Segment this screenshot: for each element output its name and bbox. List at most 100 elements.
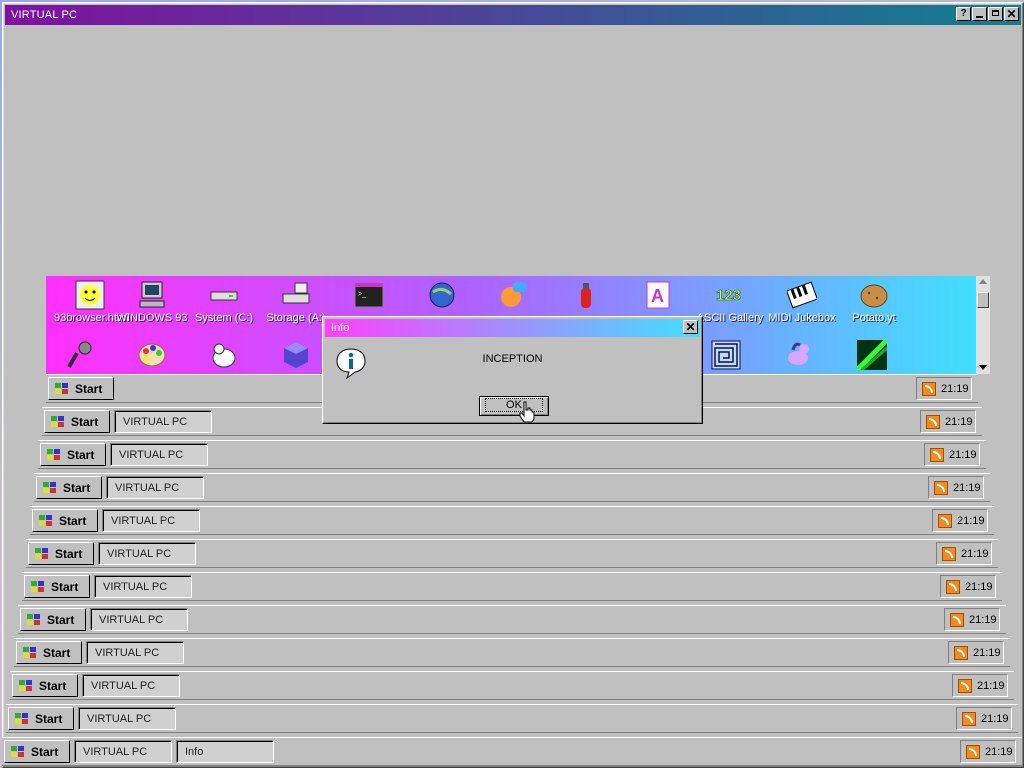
task-label: VIRTUAL PC [87, 713, 152, 725]
rss-feed-icon[interactable] [942, 547, 956, 561]
chat-smiley-icon [499, 280, 529, 310]
rss-feed-icon[interactable] [966, 745, 980, 759]
clock: 21:19 [957, 515, 985, 527]
rss-feed-icon[interactable] [938, 514, 952, 528]
task-label: VIRTUAL PC [119, 449, 184, 461]
scroll-up-arrow-icon[interactable] [979, 279, 987, 284]
desktop-icon[interactable] [478, 280, 550, 312]
desktop-icon[interactable] [550, 280, 622, 312]
system-tray: 21:19 [916, 377, 972, 400]
start-label: Start [51, 580, 79, 594]
close-button[interactable]: ✕ [1004, 7, 1019, 21]
ok-button[interactable]: OK [479, 396, 549, 416]
rss-feed-icon[interactable] [954, 646, 968, 660]
taskbar-task-virtual-pc[interactable]: VIRTUAL PC [78, 707, 176, 730]
start-button[interactable]: Start [20, 608, 86, 631]
desktop-icon[interactable] [836, 338, 908, 372]
minimize-button[interactable] [972, 7, 987, 21]
desktop-scrollbar[interactable] [976, 276, 990, 374]
taskbar-task-virtual-pc[interactable]: VIRTUAL PC [106, 476, 204, 499]
task-label: VIRTUAL PC [83, 746, 148, 758]
taskbar-task-virtual-pc[interactable]: VIRTUAL PC [114, 410, 212, 433]
start-button[interactable]: Start [16, 641, 82, 664]
fire-extinguisher-icon [571, 280, 601, 310]
start-button[interactable]: Start [4, 740, 70, 763]
window-titlebar[interactable]: VIRTUAL PC?✕ [5, 5, 1021, 25]
taskbar-task-virtual-pc[interactable]: VIRTUAL PC [82, 674, 180, 697]
dialog-close-button[interactable]: ✕ [683, 320, 698, 334]
system-tray: 21:19 [948, 641, 1004, 664]
desktop-icon[interactable] [188, 340, 260, 372]
rss-feed-icon[interactable] [930, 448, 944, 462]
system-tray: 21:19 [952, 674, 1008, 697]
start-label: Start [35, 712, 63, 726]
globe-cat-icon [427, 280, 457, 310]
terminal-icon: >_ [354, 280, 384, 310]
scroll-down-arrow-icon[interactable] [979, 365, 987, 370]
rss-feed-icon[interactable] [946, 580, 960, 594]
clock: 21:19 [949, 449, 977, 461]
maze-icon [711, 340, 741, 370]
scrollbar-thumb[interactable] [977, 292, 989, 308]
start-button[interactable]: Start [36, 476, 102, 499]
dialog-titlebar[interactable]: Info ✕ [325, 319, 700, 337]
microphone-icon [65, 340, 95, 370]
desktop-icon[interactable]: MIDI Jukebox [766, 280, 838, 324]
start-button[interactable]: Start [12, 674, 78, 697]
desktop-icon[interactable] [46, 340, 116, 372]
desktop-icon[interactable]: Potato.yt [838, 280, 910, 324]
taskbar-task-virtual-pc[interactable]: VIRTUAL PC [102, 509, 200, 532]
numbers-icon: 123 [715, 280, 745, 310]
taskbar-task-virtual-pc[interactable]: VIRTUAL PC [110, 443, 208, 466]
taskbar-task-info[interactable]: Info [176, 740, 274, 763]
taskbar-task-virtual-pc[interactable]: VIRTUAL PC [98, 542, 196, 565]
start-button[interactable]: Start [40, 443, 106, 466]
taskbar: Start VIRTUAL PC 21:19 [26, 539, 998, 568]
system-tray: 21:19 [956, 707, 1012, 730]
desktop-icon[interactable]: 123 ASCII Gallery [694, 280, 766, 324]
potato-icon [859, 280, 889, 310]
start-label: Start [71, 415, 99, 429]
clock: 21:19 [973, 647, 1001, 659]
system-tray: 21:19 [936, 542, 992, 565]
help-button[interactable]: ? [956, 7, 971, 21]
start-button[interactable]: Start [24, 575, 90, 598]
clock: 21:19 [961, 548, 989, 560]
desktop-icon[interactable]: >_ [333, 280, 405, 312]
rss-feed-icon[interactable] [934, 481, 948, 495]
taskbar-task-virtual-pc[interactable]: VIRTUAL PC [86, 641, 184, 664]
drive-icon [209, 280, 239, 310]
system-tray: 21:19 [944, 608, 1000, 631]
desktop-icon[interactable] [762, 340, 834, 372]
taskbar-task-virtual-pc[interactable]: VIRTUAL PC [94, 575, 192, 598]
start-button[interactable]: Start [28, 542, 94, 565]
start-label: Start [43, 646, 71, 660]
start-button[interactable]: Start [48, 377, 114, 400]
rss-feed-icon[interactable] [922, 382, 936, 396]
taskbar: Start VIRTUAL PC 21:19 [10, 671, 1014, 700]
taskbar-task-virtual-pc[interactable]: VIRTUAL PC [74, 740, 172, 763]
rss-feed-icon[interactable] [926, 415, 940, 429]
taskbar: Start VIRTUAL PC Info 21:19 [2, 737, 1022, 766]
start-button[interactable]: Start [8, 707, 74, 730]
windows-logo-icon [39, 515, 53, 527]
desktop-icon[interactable]: A [622, 280, 694, 312]
start-label: Start [59, 514, 87, 528]
start-button[interactable]: Start [32, 509, 98, 532]
task-label: VIRTUAL PC [115, 482, 180, 494]
rss-feed-icon[interactable] [962, 712, 976, 726]
taskbar: Start VIRTUAL PC 21:19 [38, 440, 986, 469]
clock: 21:19 [977, 680, 1005, 692]
desktop-icon[interactable]: WINDOWS 93 [116, 280, 188, 324]
maximize-button[interactable] [988, 7, 1003, 21]
desktop-icon[interactable]: System (C:) [188, 280, 260, 324]
start-button[interactable]: Start [44, 410, 110, 433]
desktop-icon[interactable] [406, 280, 478, 312]
rss-feed-icon[interactable] [950, 613, 964, 627]
taskbar-task-virtual-pc[interactable]: VIRTUAL PC [90, 608, 188, 631]
rss-feed-icon[interactable] [958, 679, 972, 693]
windows-logo-icon [27, 614, 41, 626]
desktop-icon[interactable] [116, 340, 188, 372]
system-tray: 21:19 [932, 509, 988, 532]
task-label: Info [185, 746, 204, 758]
